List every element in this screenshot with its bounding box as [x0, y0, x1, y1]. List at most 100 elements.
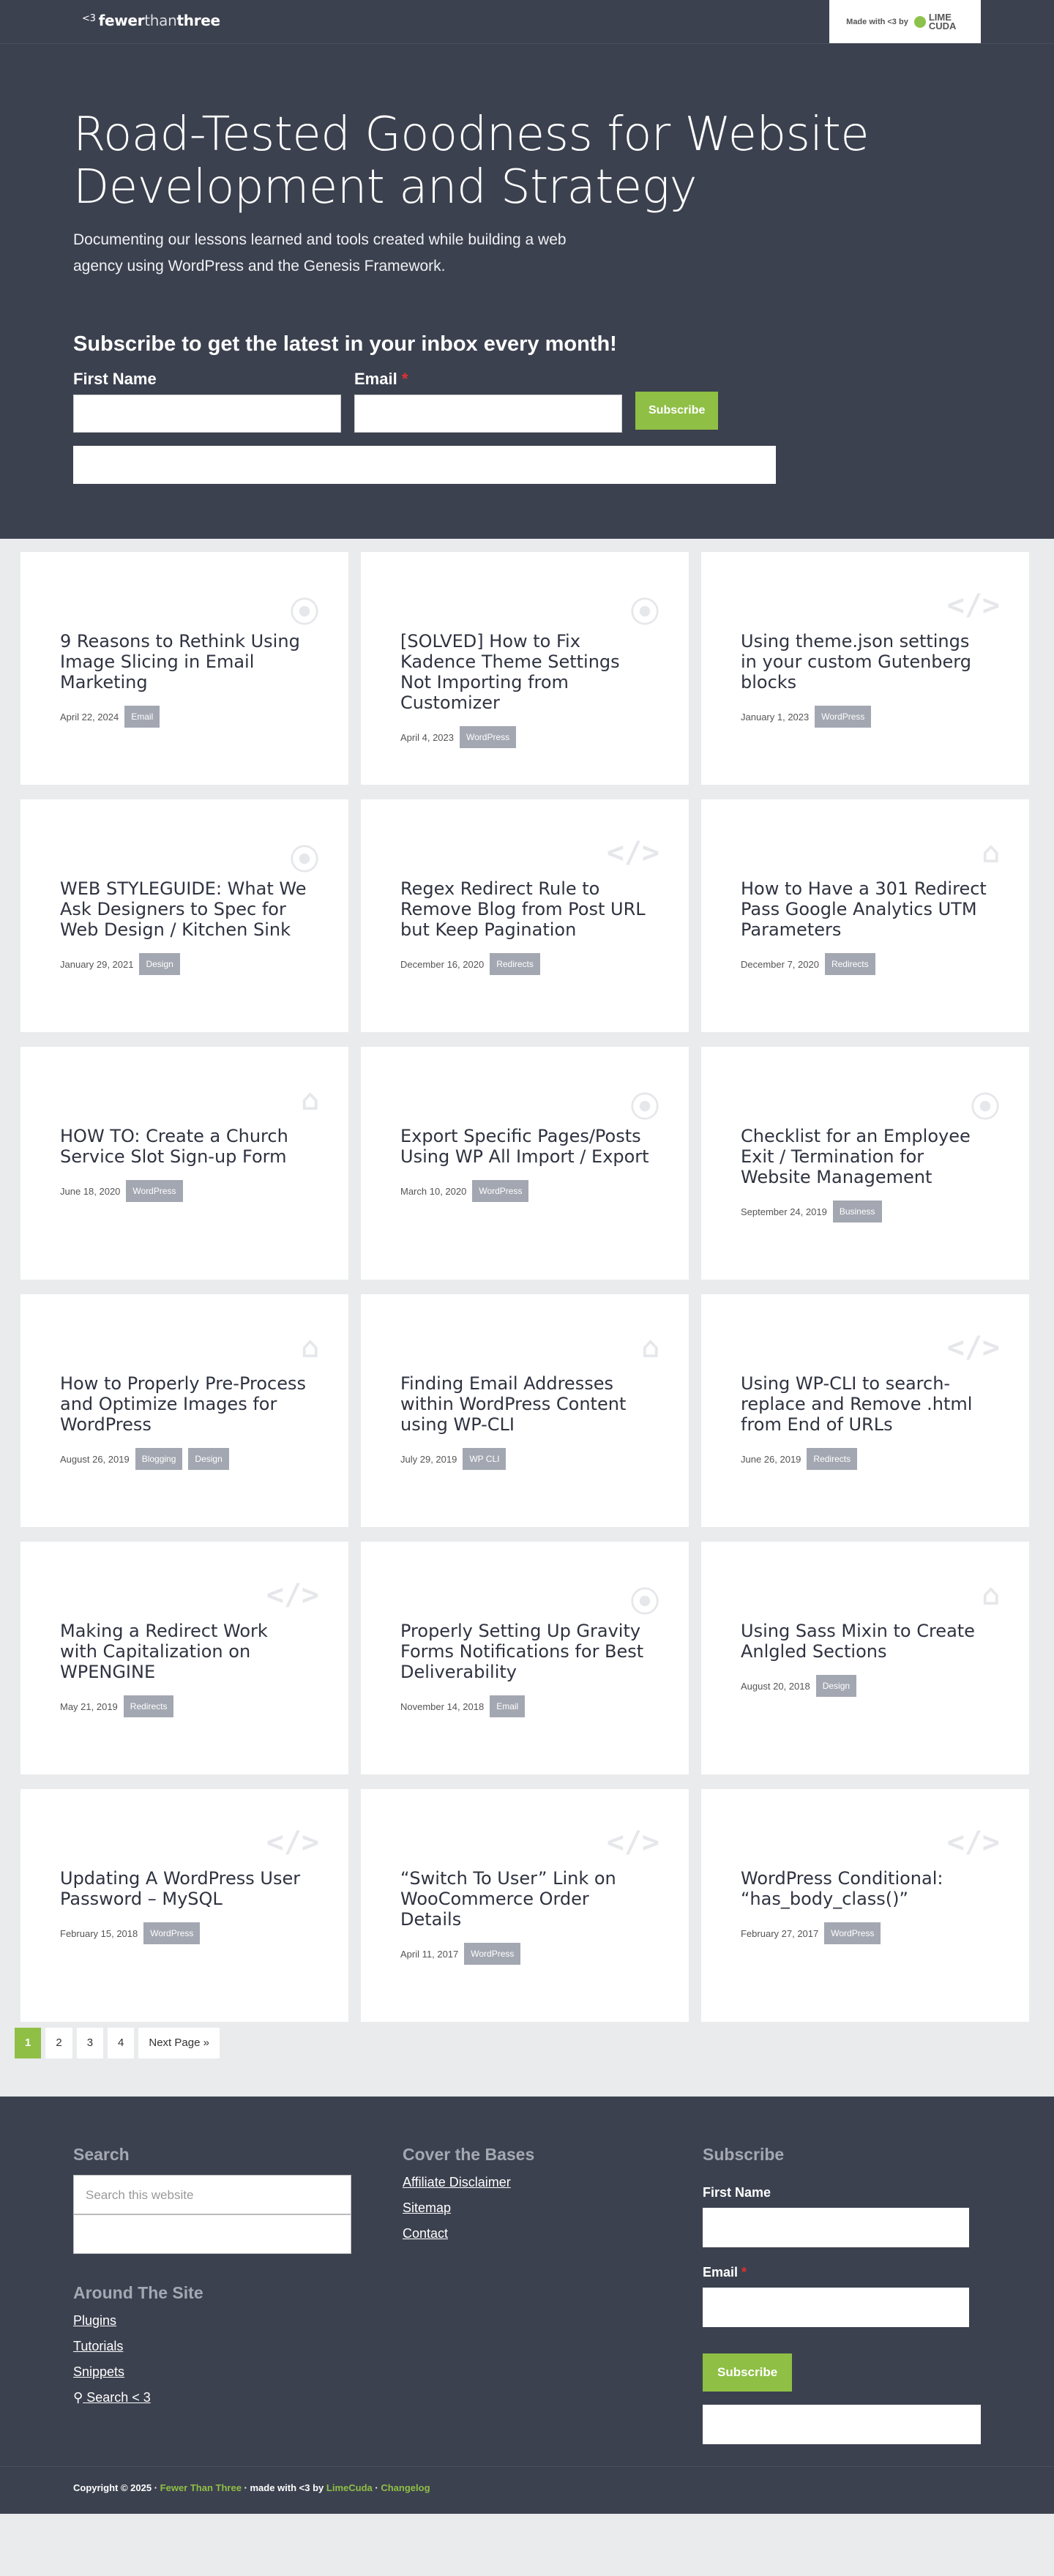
- post-tag[interactable]: Blogging: [135, 1448, 183, 1470]
- post-title[interactable]: Using Sass Mixin to Create Anlgled Secti…: [741, 1621, 990, 1662]
- copyright-limecuda-link[interactable]: LimeCuda: [326, 2482, 373, 2493]
- post-tag[interactable]: Redirects: [490, 953, 540, 975]
- footer-email-label: Email *: [703, 2265, 747, 2280]
- around-link-tutorials[interactable]: Tutorials: [73, 2339, 351, 2354]
- post-card[interactable]: ⦿ Export Specific Pages/Posts Using WP Al…: [361, 1047, 689, 1280]
- bases-link-sitemap[interactable]: Sitemap: [403, 2200, 534, 2216]
- first-name-field-group: First Name: [73, 370, 341, 433]
- post-tag[interactable]: WordPress: [472, 1180, 529, 1202]
- post-title[interactable]: HOW TO: Create a Church Service Slot Sig…: [60, 1126, 309, 1167]
- footer-search-input[interactable]: Search this website: [73, 2175, 351, 2214]
- first-name-input[interactable]: [73, 395, 341, 433]
- page-link-2[interactable]: 2: [45, 2028, 72, 2058]
- post-meta: December 7, 2020 Redirects: [741, 953, 990, 975]
- post-tag[interactable]: WordPress: [815, 706, 872, 728]
- post-card[interactable]: </> Updating A WordPress User Password – …: [20, 1789, 348, 2022]
- page-link-1[interactable]: 1: [15, 2028, 42, 2058]
- post-card[interactable]: </> Making a Redirect Work with Capitaliz…: [20, 1542, 348, 1774]
- lime-text: LIME CUDA: [928, 11, 957, 31]
- post-title[interactable]: Regex Redirect Rule to Remove Blog from …: [400, 878, 649, 940]
- post-card[interactable]: </> WordPress Conditional: “has_body_clas…: [701, 1789, 1029, 2022]
- post-card[interactable]: </> Regex Redirect Rule to Remove Blog fr…: [361, 799, 689, 1032]
- footer-search-submit[interactable]: [73, 2214, 351, 2254]
- email-input[interactable]: [354, 395, 622, 433]
- site-logo[interactable]: <3 fewerthanthree: [82, 12, 220, 29]
- post-title[interactable]: How to Properly Pre-Process and Optimize…: [60, 1373, 309, 1435]
- post-tag[interactable]: Business: [832, 1201, 882, 1222]
- post-tag[interactable]: Design: [139, 953, 180, 975]
- footer-divider: [0, 2466, 1054, 2467]
- rss-icon: ⦿: [290, 596, 319, 630]
- footer-first-name-input[interactable]: [703, 2208, 969, 2247]
- page-link-4[interactable]: 4: [108, 2028, 135, 2058]
- post-meta: February 15, 2018 WordPress: [60, 1922, 309, 1944]
- post-tag[interactable]: WordPress: [460, 726, 517, 748]
- post-title[interactable]: Export Specific Pages/Posts Using WP All…: [400, 1126, 649, 1167]
- graduation-cap-icon: ⌂: [641, 1331, 659, 1364]
- post-date: August 20, 2018: [741, 1680, 810, 1692]
- post-tag[interactable]: WP CLI: [463, 1448, 507, 1470]
- post-title[interactable]: Finding Email Addresses within WordPress…: [400, 1373, 649, 1435]
- made-with-text: Made with <3 by: [846, 17, 908, 26]
- subscribe-form: First Name Email * Subscribe: [73, 370, 981, 433]
- post-title[interactable]: Updating A WordPress User Password – MyS…: [60, 1868, 309, 1909]
- post-title[interactable]: “Switch To User” Link on WooCommerce Ord…: [400, 1868, 649, 1930]
- search-icon: ⚲: [73, 2390, 83, 2405]
- post-card[interactable]: </> “Switch To User” Link on WooCommerce …: [361, 1789, 689, 2022]
- code-icon: </>: [946, 589, 1000, 622]
- post-card[interactable]: ⦿ [SOLVED] How to Fix Kadence Theme Setti…: [361, 552, 689, 785]
- post-tag[interactable]: Design: [815, 1675, 857, 1697]
- footer-subscribe-button[interactable]: Subscribe: [703, 2353, 793, 2392]
- around-link-search[interactable]: ⚲ Search < 3: [73, 2390, 351, 2405]
- post-tag[interactable]: WordPress: [143, 1922, 201, 1944]
- post-card[interactable]: ⦿ Checklist for an Employee Exit / Termin…: [701, 1047, 1029, 1280]
- around-link-plugins[interactable]: Plugins: [73, 2313, 351, 2329]
- post-card[interactable]: ⌂ How to Properly Pre-Process and Optimiz…: [20, 1294, 348, 1527]
- post-meta: November 14, 2018 Email: [400, 1695, 649, 1717]
- footer-bases-column: Cover the Bases Affiliate Disclaimer Sit…: [403, 2145, 534, 2252]
- post-title[interactable]: 9 Reasons to Rethink Using Image Slicing…: [60, 631, 309, 692]
- next-page-link[interactable]: Next Page »: [138, 2028, 220, 2058]
- made-with-badge[interactable]: Made with <3 by LIME CUDA: [829, 0, 981, 43]
- copyright-changelog-link[interactable]: Changelog: [381, 2482, 430, 2493]
- post-title[interactable]: [SOLVED] How to Fix Kadence Theme Settin…: [400, 631, 649, 713]
- post-tag[interactable]: Design: [188, 1448, 229, 1470]
- post-tag[interactable]: Redirects: [123, 1695, 174, 1717]
- post-title[interactable]: WordPress Conditional: “has_body_class()…: [741, 1868, 990, 1909]
- page-link-3[interactable]: 3: [76, 2028, 104, 2058]
- post-card[interactable]: ⦿ Properly Setting Up Gravity Forms Notif…: [361, 1542, 689, 1774]
- subscribe-button[interactable]: Subscribe: [635, 392, 719, 430]
- post-tag[interactable]: Redirects: [807, 1448, 858, 1470]
- footer-subscribe-wrap: Subscribe: [703, 2353, 981, 2392]
- post-card[interactable]: </> Using WP-CLI to search-replace and Re…: [701, 1294, 1029, 1527]
- around-link-snippets[interactable]: Snippets: [73, 2364, 351, 2380]
- post-card[interactable]: ⌂ Using Sass Mixin to Create Anlgled Sect…: [701, 1542, 1029, 1774]
- post-title[interactable]: Using theme.json settings in your custom…: [741, 631, 990, 692]
- post-card[interactable]: ⌂ HOW TO: Create a Church Service Slot Si…: [20, 1047, 348, 1280]
- post-title[interactable]: WEB STYLEGUIDE: What We Ask Designers to…: [60, 878, 309, 940]
- post-title[interactable]: Properly Setting Up Gravity Forms Notifi…: [400, 1621, 649, 1682]
- post-card[interactable]: ⌂ Finding Email Addresses within WordPres…: [361, 1294, 689, 1527]
- post-card[interactable]: ⦿ WEB STYLEGUIDE: What We Ask Designers t…: [20, 799, 348, 1032]
- post-tag[interactable]: Email: [490, 1695, 526, 1717]
- bases-link-contact[interactable]: Contact: [403, 2226, 534, 2241]
- bases-link-affiliate[interactable]: Affiliate Disclaimer: [403, 2175, 534, 2190]
- post-date: February 15, 2018: [60, 1927, 138, 1939]
- post-card[interactable]: </> Using theme.json settings in your cus…: [701, 552, 1029, 785]
- post-tag[interactable]: Redirects: [824, 953, 875, 975]
- post-title[interactable]: Making a Redirect Work with Capitalizati…: [60, 1621, 309, 1682]
- post-title[interactable]: Checklist for an Employee Exit / Termina…: [741, 1126, 990, 1187]
- around-heading: Around The Site: [73, 2283, 203, 2302]
- post-tag[interactable]: WordPress: [126, 1180, 183, 1202]
- post-title[interactable]: How to Have a 301 Redirect Pass Google A…: [741, 878, 990, 940]
- footer-email-input[interactable]: [703, 2288, 969, 2327]
- post-meta: April 11, 2017 WordPress: [400, 1943, 649, 1965]
- post-card[interactable]: ⦿ 9 Reasons to Rethink Using Image Slicin…: [20, 552, 348, 785]
- post-tag[interactable]: WordPress: [824, 1922, 881, 1944]
- post-tag[interactable]: Email: [124, 706, 160, 728]
- copyright-site-link[interactable]: Fewer Than Three: [160, 2482, 242, 2493]
- post-card[interactable]: ⌂ How to Have a 301 Redirect Pass Google …: [701, 799, 1029, 1032]
- post-tag[interactable]: WordPress: [464, 1943, 521, 1965]
- post-date: April 22, 2024: [60, 711, 119, 723]
- post-title[interactable]: Using WP-CLI to search-replace and Remov…: [741, 1373, 990, 1435]
